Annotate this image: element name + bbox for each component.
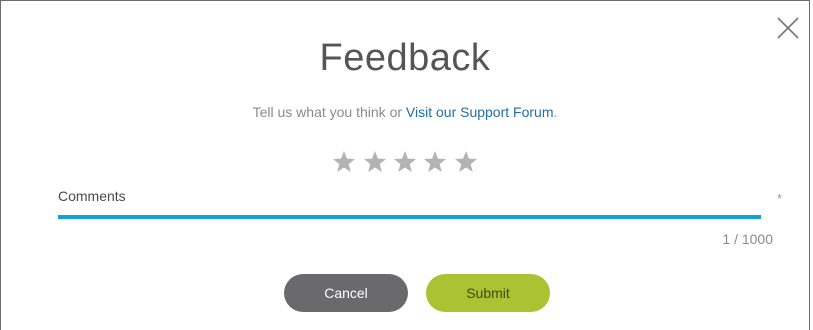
required-marker: * xyxy=(777,191,783,206)
star-2-icon[interactable] xyxy=(363,150,387,174)
subtitle-period: . xyxy=(553,104,558,120)
cancel-button[interactable]: Cancel xyxy=(284,274,408,312)
star-1-icon[interactable] xyxy=(332,150,356,174)
submit-button[interactable]: Submit xyxy=(426,274,550,312)
star-rating xyxy=(1,150,809,176)
feedback-dialog: Feedback Tell us what you think or Visit… xyxy=(0,0,810,330)
dialog-title: Feedback xyxy=(319,37,491,79)
star-5-icon[interactable] xyxy=(454,150,478,174)
comments-field[interactable] xyxy=(58,187,761,219)
comments-label: Comments xyxy=(58,188,126,204)
star-3-icon[interactable] xyxy=(393,150,417,174)
star-4-icon[interactable] xyxy=(423,150,447,174)
subtitle-text: Tell us what you think or xyxy=(252,104,406,120)
dialog-subtitle: Tell us what you think or Visit our Supp… xyxy=(1,104,809,120)
character-counter: 1 / 1000 xyxy=(722,231,773,247)
support-forum-link[interactable]: Visit our Support Forum xyxy=(406,104,554,120)
